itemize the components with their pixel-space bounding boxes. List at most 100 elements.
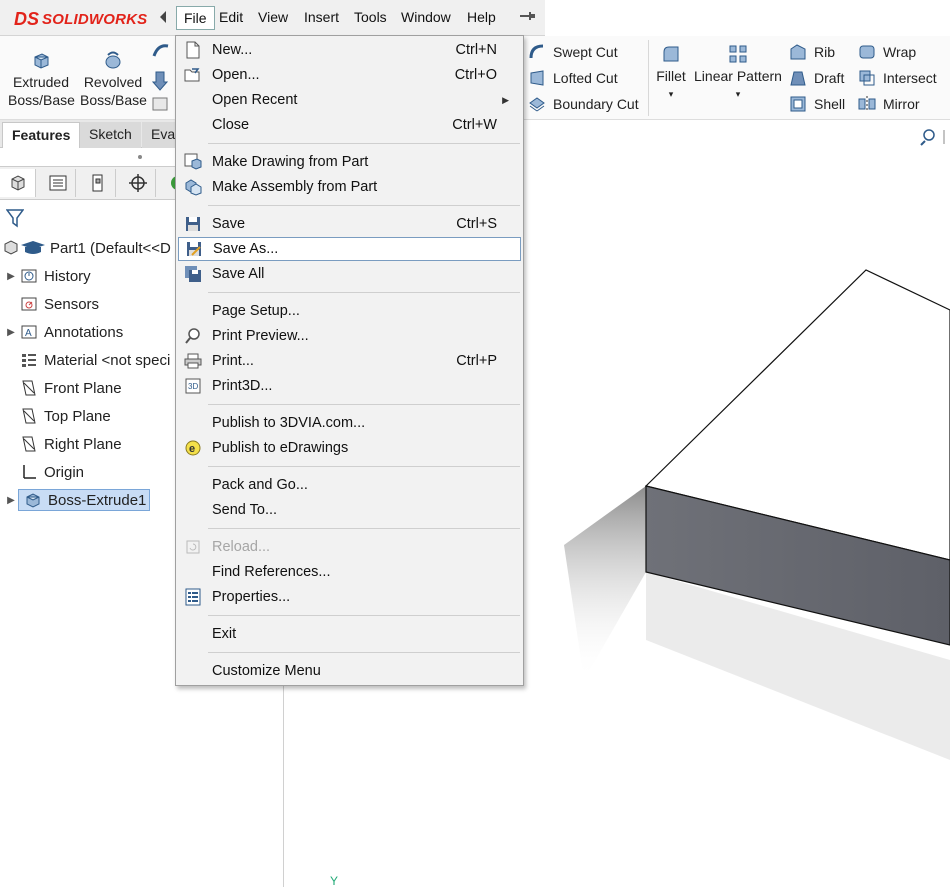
draft-button[interactable]: Draft [789, 67, 844, 89]
print-preview-icon [178, 324, 208, 348]
propertymanager-tab-icon[interactable] [40, 169, 76, 197]
shell-label: Shell [814, 96, 846, 112]
menu-publish-edrawings[interactable]: e Publish to eDrawings [178, 436, 521, 460]
menu-open-recent[interactable]: Open Recent ▶ [178, 88, 521, 112]
menu-print-preview[interactable]: Print Preview... [178, 324, 521, 348]
tree-item-right-plane[interactable]: Right Plane [4, 431, 122, 457]
menu-make-assembly[interactable]: Make Assembly from Part [178, 175, 521, 199]
menu-print[interactable]: Print... Ctrl+P [178, 349, 521, 373]
menu-insert[interactable]: Insert [297, 6, 346, 30]
tree-item-label: Sensors [44, 295, 100, 313]
plane-icon [18, 434, 40, 454]
menu-file[interactable]: File [176, 6, 215, 30]
sweep-loft-icons[interactable] [150, 42, 172, 116]
menu-publish-3dvia[interactable]: Publish to 3DVIA.com... [178, 411, 521, 435]
tab-features[interactable]: Features [2, 122, 81, 148]
expand-arrow-icon[interactable]: ▶ [4, 327, 18, 338]
annotations-icon: A [18, 322, 40, 342]
menu-pack-and-go[interactable]: Pack and Go... [178, 473, 521, 497]
tree-item-origin[interactable]: Origin [4, 459, 84, 485]
menu-save[interactable]: Save Ctrl+S [178, 212, 521, 236]
fillet-dropdown-icon[interactable]: ▾ [654, 85, 688, 103]
menu-help[interactable]: Help [460, 6, 503, 30]
tree-item-label: Annotations [44, 323, 124, 341]
swept-cut-button[interactable]: Swept Cut [528, 41, 618, 63]
menu-print3d[interactable]: 3D Print3D... [178, 374, 521, 398]
tree-item-boss-extrude1[interactable]: ▶ Boss-Extrude1 [4, 487, 151, 513]
ds-logo: DS [14, 8, 40, 29]
tree-item-label: Boss-Extrude1 [48, 491, 147, 509]
toolbar-divider [648, 40, 649, 116]
menu-separator [208, 466, 520, 467]
menu-reload: Reload... [178, 535, 521, 559]
featuremanager-tab-icon[interactable] [0, 169, 36, 197]
mirror-button[interactable]: Mirror [858, 93, 920, 115]
menu-separator [208, 292, 520, 293]
fillet-label: Fillet [656, 68, 686, 84]
submenu-arrow-icon: ▶ [502, 94, 509, 105]
tree-item-sensors[interactable]: Sensors [4, 291, 99, 317]
zoom-to-fit-icon[interactable] [920, 126, 948, 148]
shell-button[interactable]: Shell [789, 93, 845, 115]
shell-icon [790, 96, 806, 112]
tree-item-label: Material <not speci [44, 351, 171, 369]
extruded-label-1: Extruded [12, 74, 70, 90]
extruded-boss-button[interactable]: Extruded Boss/Base [8, 50, 75, 109]
menu-tools[interactable]: Tools [347, 6, 394, 30]
new-document-icon [178, 38, 208, 62]
wrap-button[interactable]: Wrap [858, 41, 916, 63]
material-icon [18, 350, 40, 370]
configurationmanager-tab-icon[interactable] [80, 169, 116, 197]
menu-edit[interactable]: Edit [212, 6, 250, 30]
menu-separator [208, 205, 520, 206]
menu-make-drawing[interactable]: Make Drawing from Part [178, 150, 521, 174]
tree-item-top-plane[interactable]: Top Plane [4, 403, 111, 429]
dimxpert-tab-icon[interactable] [120, 169, 156, 197]
lofted-cut-icon [530, 70, 544, 86]
fillet-button[interactable]: Fillet ▾ [654, 44, 688, 103]
filter-icon[interactable] [6, 208, 24, 228]
collapse-menu-icon[interactable] [158, 9, 168, 25]
rib-button[interactable]: Rib [789, 41, 835, 63]
linear-pattern-dropdown-icon[interactable]: ▾ [694, 85, 782, 103]
plane-icon [18, 378, 40, 398]
menu-save-all[interactable]: Save All [178, 262, 521, 286]
menu-save-as[interactable]: Save As... [178, 237, 521, 261]
menu-close[interactable]: Close Ctrl+W [178, 113, 521, 137]
expand-arrow-icon[interactable]: ▶ [4, 271, 18, 282]
menu-separator [208, 528, 520, 529]
rib-icon [790, 44, 806, 60]
tab-sketch[interactable]: Sketch [80, 122, 141, 148]
menu-send-to[interactable]: Send To... [178, 498, 521, 522]
tree-item-annotations[interactable]: ▶ A Annotations [4, 319, 123, 345]
tree-item-history[interactable]: ▶ History [4, 263, 91, 289]
part-icon [2, 238, 46, 258]
triad-y-label: Y [330, 874, 339, 888]
linear-pattern-button[interactable]: Linear Pattern ▾ [694, 44, 782, 103]
menu-find-references[interactable]: Find References... [178, 560, 521, 584]
menu-view[interactable]: View [251, 6, 295, 30]
menu-new[interactable]: New... Ctrl+N [178, 38, 521, 62]
revolved-label-2: Boss/Base [80, 92, 147, 108]
pin-icon[interactable] [518, 8, 538, 26]
menu-page-setup[interactable]: Page Setup... [178, 299, 521, 323]
revolved-boss-button[interactable]: Revolved Boss/Base [80, 50, 147, 109]
tree-part-root[interactable]: Part1 (Default<<D [2, 235, 171, 261]
tree-item-material[interactable]: Material <not speci [4, 347, 170, 373]
boundary-cut-icon [529, 97, 545, 112]
intersect-icon [859, 70, 875, 86]
expand-arrow-icon[interactable]: ▶ [4, 495, 18, 506]
tree-item-front-plane[interactable]: Front Plane [4, 375, 122, 401]
menu-exit[interactable]: Exit [178, 622, 521, 646]
lofted-cut-button[interactable]: Lofted Cut [528, 67, 618, 89]
printer-icon [178, 349, 208, 373]
plane-icon [18, 406, 40, 426]
menu-open[interactable]: Open... Ctrl+O [178, 63, 521, 87]
menu-properties[interactable]: Properties... [178, 585, 521, 609]
menu-customize[interactable]: Customize Menu [178, 659, 521, 683]
solidworks-logo[interactable]: DS SOLIDWORKS [14, 6, 152, 32]
logo-text: SOLIDWORKS [42, 10, 148, 28]
menu-window[interactable]: Window [394, 6, 458, 30]
boundary-cut-button[interactable]: Boundary Cut [528, 93, 639, 115]
intersect-button[interactable]: Intersect [858, 67, 937, 89]
